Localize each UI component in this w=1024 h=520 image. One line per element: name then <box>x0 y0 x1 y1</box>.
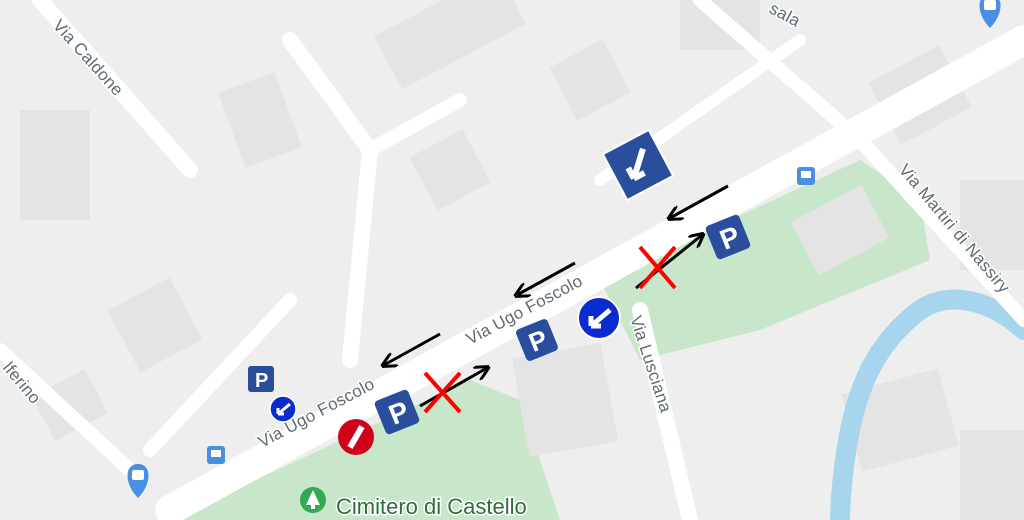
parking-sign-icon[interactable]: P <box>248 366 274 392</box>
street-label-caldone: Via Caldone <box>49 16 127 100</box>
keep-left-sign-icon[interactable] <box>269 395 297 423</box>
shopping-bag-pin-icon[interactable] <box>127 464 149 498</box>
shopping-bag-pin-icon[interactable] <box>979 0 1001 28</box>
bus-stop-icon[interactable] <box>207 446 225 464</box>
bus-stop-icon[interactable] <box>797 167 815 185</box>
keep-left-sign-icon[interactable] <box>577 296 621 340</box>
no-entry-sign-icon[interactable] <box>338 419 374 455</box>
map-canvas[interactable]: Via Caldone Via Ugo Foscolo Via Ugo Fosc… <box>0 0 1024 520</box>
map-view[interactable]: Via Caldone Via Ugo Foscolo Via Ugo Fosc… <box>0 0 1024 520</box>
parking-letter: P <box>255 370 268 392</box>
cemetery-label: Cimitero di Castello <box>336 494 527 519</box>
street-label-top: sala <box>766 0 804 31</box>
